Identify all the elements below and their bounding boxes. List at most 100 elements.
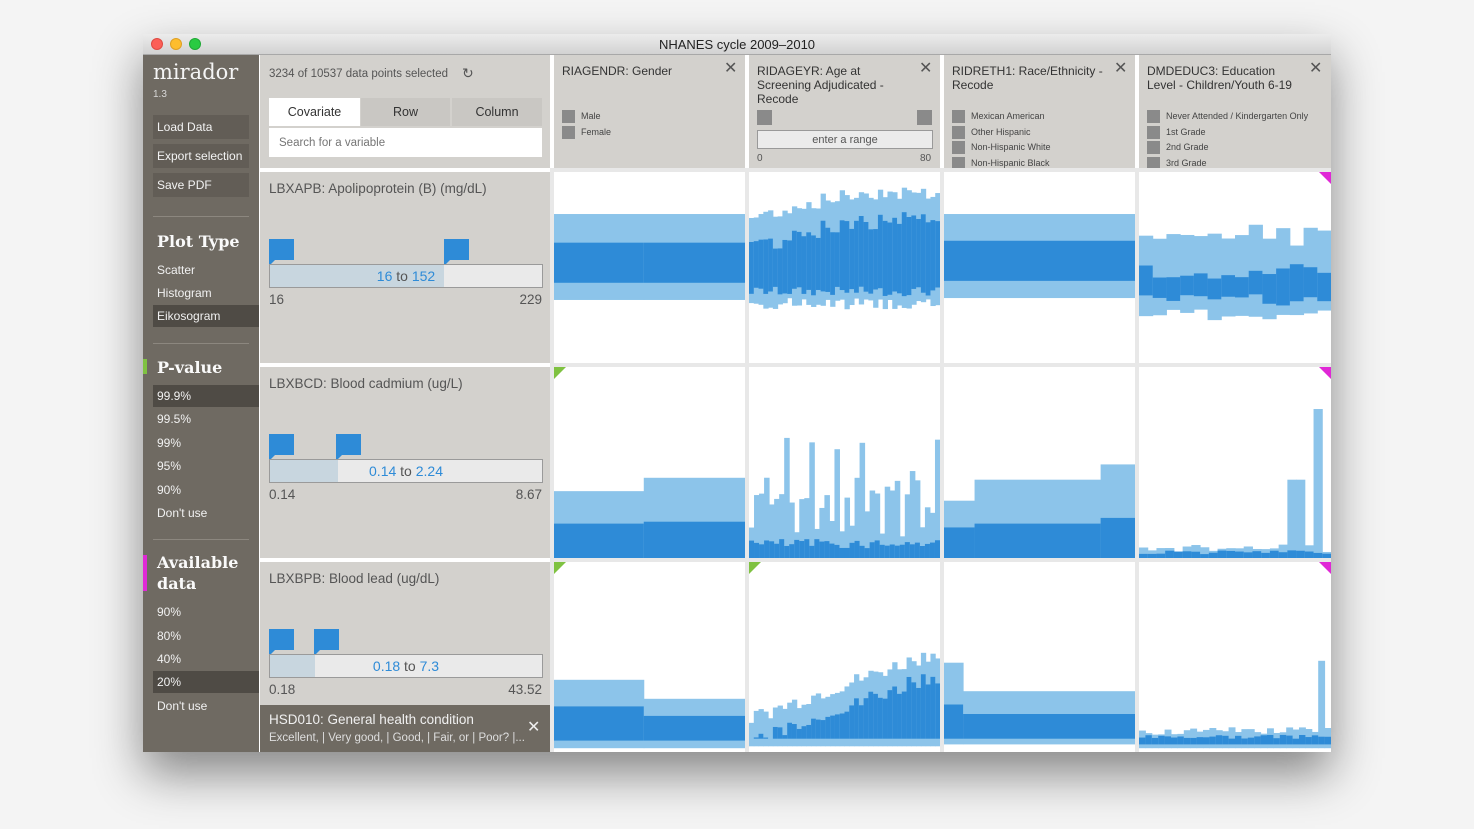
row-panel-cadmium: LBXBCD: Blood cadmium (ug/L) 0.14 to 2.2… <box>260 367 550 558</box>
close-window-button[interactable] <box>151 38 163 50</box>
zoom-window-button[interactable] <box>189 38 201 50</box>
range-slider[interactable]: 0.14 to 2.24 <box>269 459 543 483</box>
legend-item[interactable]: Non-Hispanic White <box>952 141 1051 155</box>
eikosogram-plot[interactable] <box>749 172 940 363</box>
eikosogram-cell-dark <box>1145 735 1153 745</box>
eikosogram-plot[interactable] <box>749 562 940 752</box>
eikosogram-plot[interactable] <box>554 562 745 752</box>
eikosogram-cell-dark <box>1207 278 1222 300</box>
refresh-icon[interactable]: ↻ <box>462 65 474 82</box>
eikosogram-cell-dark <box>1235 735 1242 745</box>
eikosogram-plot[interactable] <box>944 367 1135 558</box>
eikosogram-cell-dark <box>753 737 760 739</box>
eikosogram-cell-dark <box>1260 735 1268 745</box>
close-icon[interactable]: ✕ <box>919 61 932 77</box>
plot-canvas <box>554 562 745 749</box>
range-handle-min[interactable] <box>757 110 772 125</box>
range-input[interactable]: enter a range <box>757 130 933 149</box>
pvalue-option-99[interactable]: 99% <box>153 432 259 454</box>
range-slider[interactable]: 16 to 152 <box>269 264 543 288</box>
eikosogram-cell-dark <box>1304 551 1315 558</box>
eikosogram-cell-dark <box>901 212 908 297</box>
load-data-button[interactable]: Load Data <box>153 115 249 139</box>
eikosogram-plot[interactable] <box>944 172 1135 363</box>
available-option-20[interactable]: 20% <box>153 671 259 693</box>
eikosogram-cell-dark <box>1139 265 1154 296</box>
legend-item[interactable]: Other Hispanic <box>952 126 1031 140</box>
legend-item[interactable]: 3rd Grade <box>1147 157 1207 168</box>
plot-type-eikosogram[interactable]: Eikosogram <box>153 305 259 327</box>
range-flag-high[interactable] <box>336 434 361 461</box>
row-subtitle: Excellent, | Very good, | Good, | Fair, … <box>269 732 525 744</box>
range-handle-max[interactable] <box>917 110 932 125</box>
available-option-90[interactable]: 90% <box>153 601 259 623</box>
eikosogram-cell-dark <box>1226 550 1236 558</box>
eikosogram-plot[interactable] <box>554 367 745 558</box>
save-pdf-button[interactable]: Save PDF <box>153 173 249 197</box>
legend-item[interactable]: Female <box>562 126 611 140</box>
legend-item[interactable]: Non-Hispanic Black <box>952 157 1050 168</box>
legend-swatch <box>562 126 575 140</box>
legend-item[interactable]: Male <box>562 110 601 124</box>
eikosogram-cell-dark <box>1267 734 1274 745</box>
pvalue-option-99-9[interactable]: 99.9% <box>153 385 259 407</box>
eikosogram-cell-light <box>1193 236 1209 310</box>
eikosogram-cell-dark <box>930 220 936 291</box>
eikosogram-cell-dark <box>1151 737 1159 745</box>
eikosogram-cell-dark <box>782 239 788 294</box>
row-title: LBXAPB: Apolipoprotein (B) (mg/dL) <box>269 181 487 196</box>
eikosogram-cell-dark <box>782 735 788 739</box>
eikosogram-plot[interactable] <box>1139 367 1331 558</box>
available-option-80[interactable]: 80% <box>153 625 259 647</box>
close-icon[interactable]: ✕ <box>527 720 540 736</box>
range-flag-low[interactable] <box>269 434 294 461</box>
range-flag-high[interactable] <box>444 239 469 266</box>
eikosogram-plot[interactable] <box>749 367 940 558</box>
column-header-age[interactable]: RIDAGEYR: Age at Screening Adjudicated -… <box>749 55 940 168</box>
pvalue-option-95[interactable]: 95% <box>153 455 259 477</box>
close-icon[interactable]: ✕ <box>1309 61 1322 77</box>
available-option-40[interactable]: 40% <box>153 648 259 670</box>
eikosogram-plot[interactable] <box>944 562 1135 752</box>
eikosogram-plot[interactable] <box>1139 562 1331 752</box>
tab-column[interactable]: Column <box>452 98 542 126</box>
column-header-gender[interactable]: RIAGENDR: Gender ✕ Male Female <box>554 55 745 168</box>
row-panel-general-health[interactable]: HSD010: General health condition Excelle… <box>260 705 550 752</box>
search-input[interactable] <box>269 128 542 157</box>
close-icon[interactable]: ✕ <box>724 61 737 77</box>
column-header-race[interactable]: RIDRETH1: Race/Ethnicity - Recode ✕ Mexi… <box>944 55 1135 168</box>
legend-item[interactable]: 1st Grade <box>1147 126 1206 140</box>
legend-item[interactable]: Never Attended / Kindergarten Only <box>1147 110 1308 124</box>
eikosogram-plot[interactable] <box>1139 172 1331 363</box>
pvalue-option-dont-use[interactable]: Don't use <box>153 502 259 524</box>
eikosogram-cell-light <box>1228 727 1236 749</box>
tab-row[interactable]: Row <box>361 98 450 126</box>
range-flag-high[interactable] <box>314 629 339 656</box>
eikosogram-cell-light <box>768 718 774 747</box>
range-flag-low[interactable] <box>269 239 294 266</box>
pvalue-option-90[interactable]: 90% <box>153 479 259 501</box>
export-selection-button[interactable]: Export selection <box>153 144 249 168</box>
range-flag-low[interactable] <box>269 629 294 656</box>
eikosogram-plot[interactable] <box>554 172 745 363</box>
available-option-dont-use[interactable]: Don't use <box>153 695 259 717</box>
eikosogram-cell-dark <box>1166 277 1181 301</box>
plot-type-histogram[interactable]: Histogram <box>153 282 259 304</box>
pvalue-option-99-5[interactable]: 99.5% <box>153 408 259 430</box>
divider <box>153 216 249 217</box>
eikosogram-cell-dark <box>758 239 764 289</box>
legend-item[interactable]: Mexican American <box>952 110 1045 124</box>
legend-item[interactable]: 2nd Grade <box>1147 141 1209 155</box>
column-header-education[interactable]: DMDEDUC3: Education Level - Children/You… <box>1139 55 1331 168</box>
minimize-window-button[interactable] <box>170 38 182 50</box>
plot-type-scatter[interactable]: Scatter <box>153 259 259 281</box>
eikosogram-cell-light <box>809 442 815 558</box>
tab-covariate[interactable]: Covariate <box>269 98 360 126</box>
eikosogram-cell-light <box>763 711 769 747</box>
eikosogram-cell-dark <box>834 232 841 287</box>
plot-canvas <box>749 187 940 310</box>
eikosogram-cell-dark <box>849 228 855 290</box>
range-slider[interactable]: 0.18 to 7.3 <box>269 654 543 678</box>
close-icon[interactable]: ✕ <box>1114 61 1127 77</box>
eikosogram-cell-dark <box>863 222 869 292</box>
